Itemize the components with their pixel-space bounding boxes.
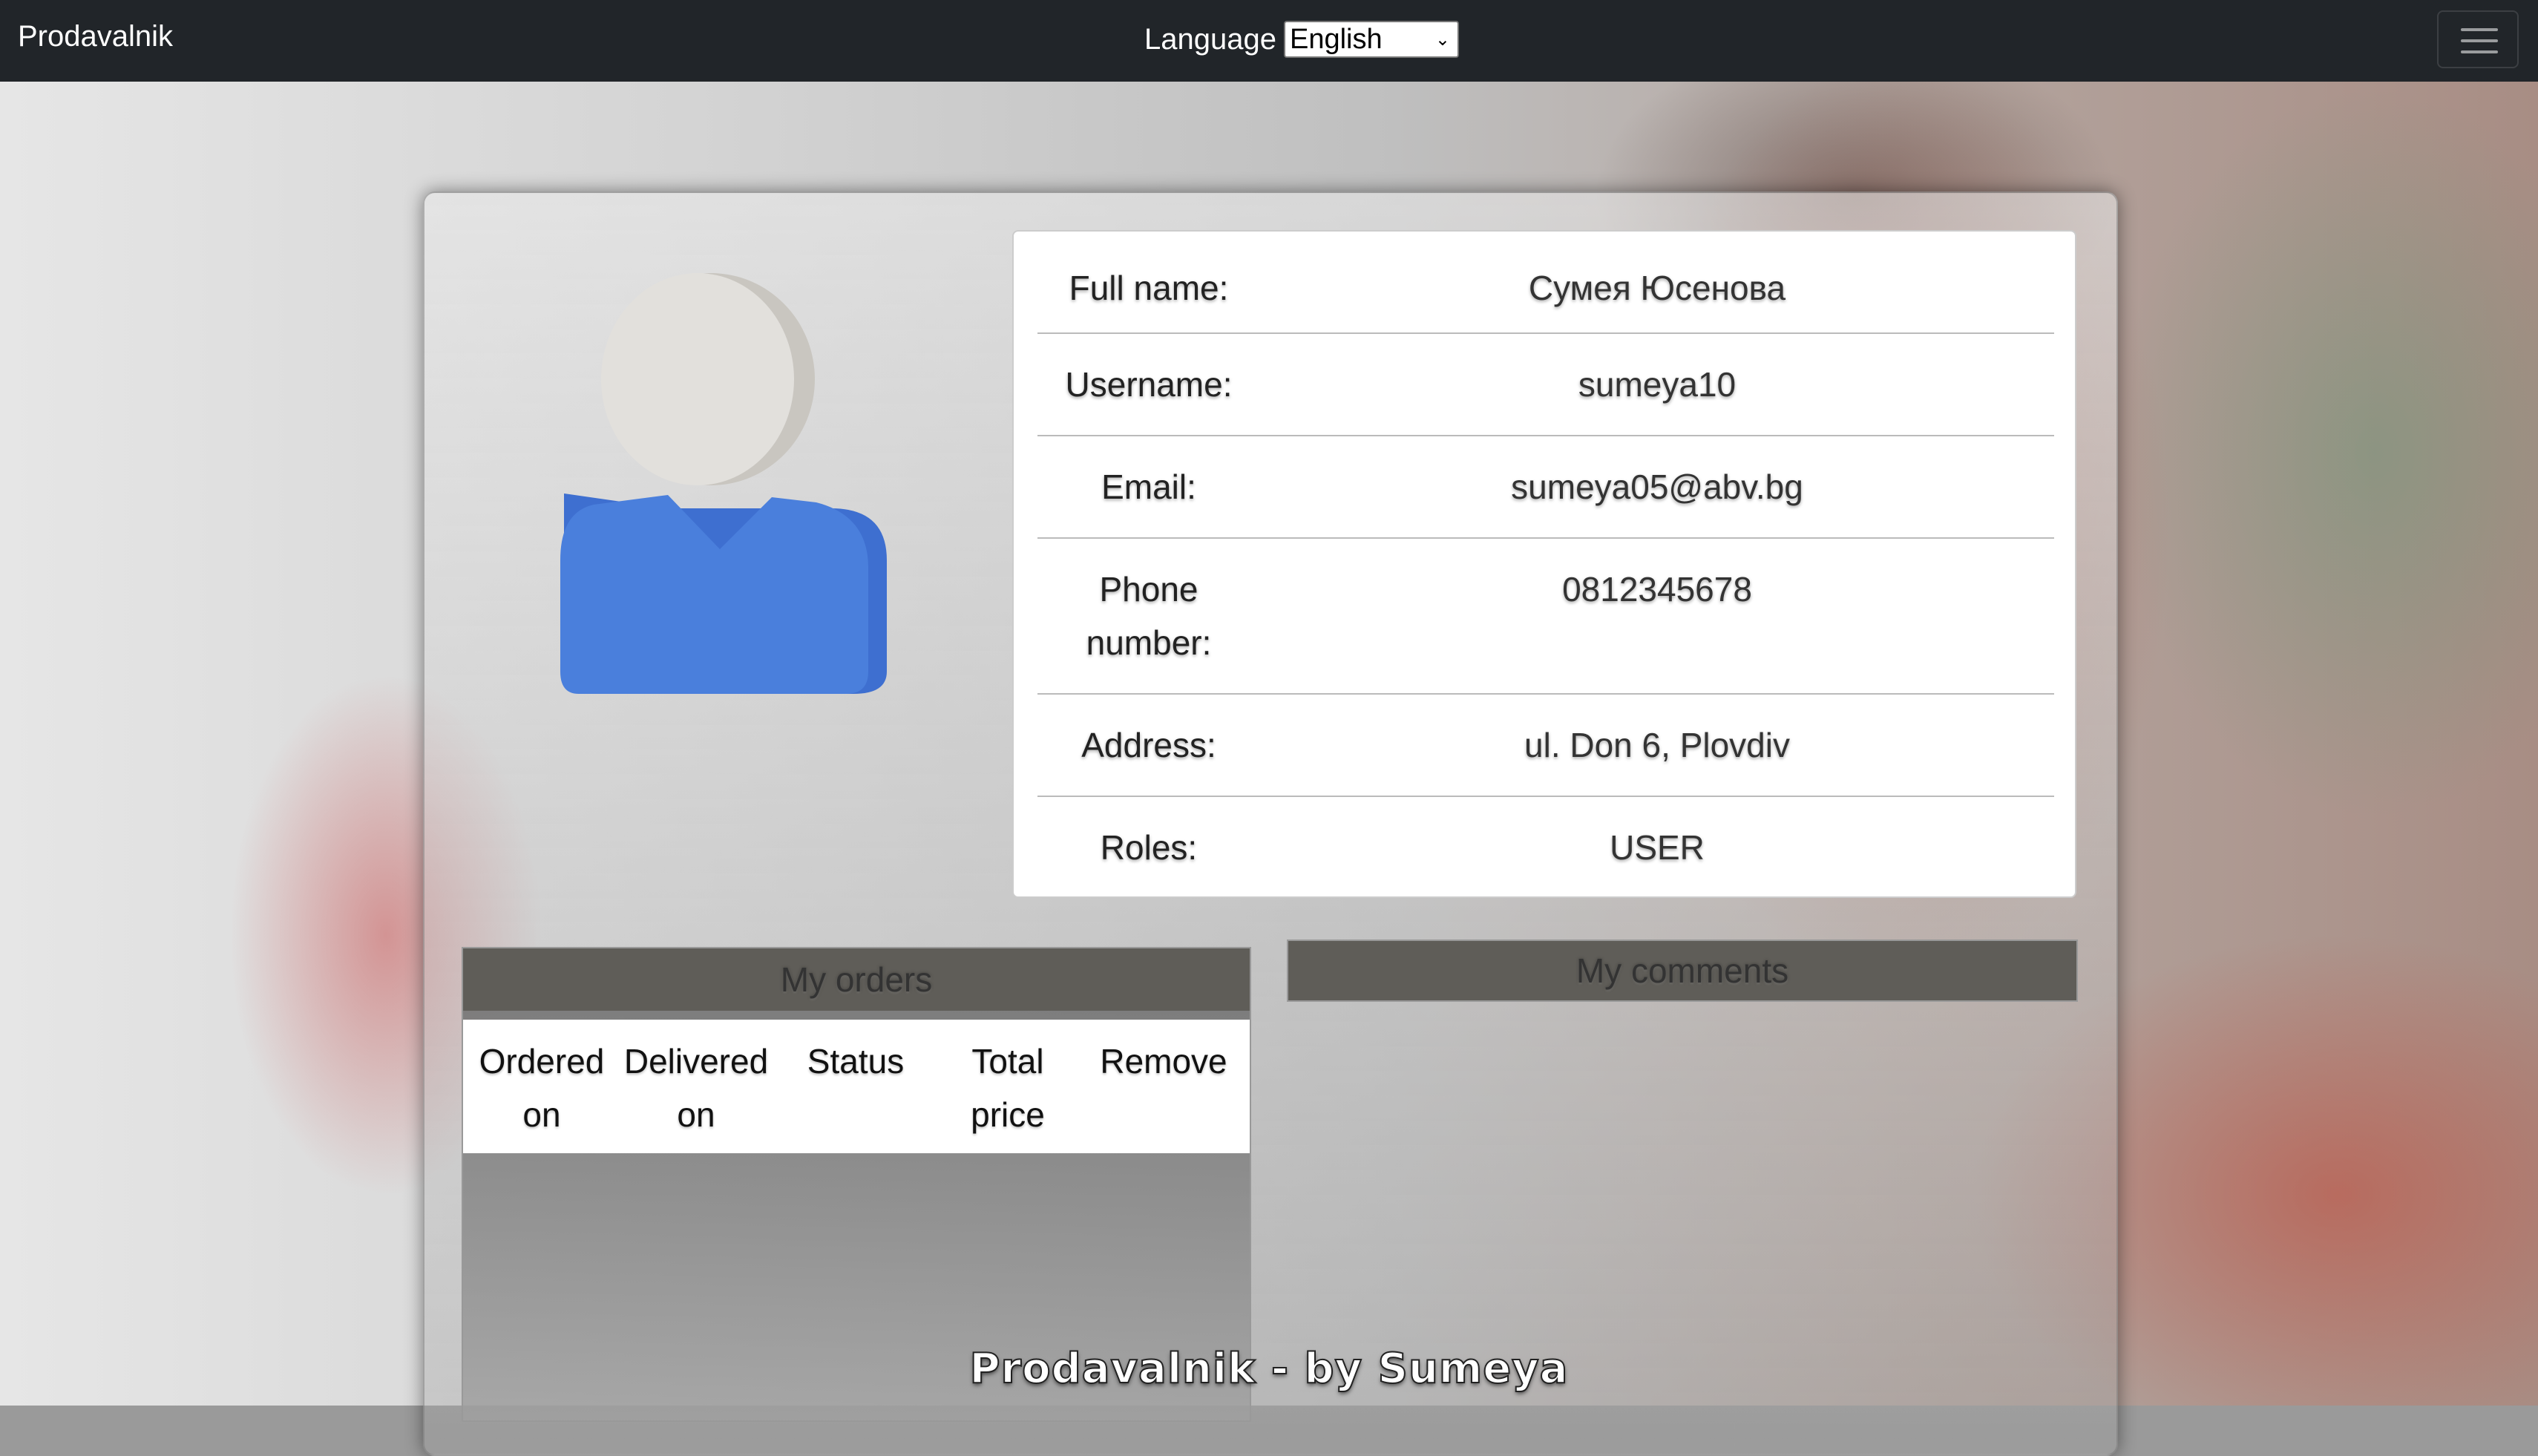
profile-row: Username: sumeya10 xyxy=(1037,334,2054,436)
language-selected-value: English xyxy=(1289,23,1383,55)
chevron-down-icon: ⌄ xyxy=(1434,29,1450,50)
profile-row-value: sumeya05@abv.bg xyxy=(1511,468,1803,506)
menu-toggle-button[interactable] xyxy=(2437,10,2519,68)
profile-row-value: sumeya10 xyxy=(1578,365,1737,404)
language-select[interactable]: English ⌄ xyxy=(1283,21,1459,58)
footer-text: Prodavalnik - by Sumeya xyxy=(969,1344,1569,1394)
profile-row-value: Сумея Юсенова xyxy=(1528,269,1786,307)
profile-row-label: Address: xyxy=(1081,726,1216,764)
profile-row-label: Phone number: xyxy=(1086,570,1212,662)
profile-row-label: Roles: xyxy=(1100,828,1198,867)
profile-row-value: USER xyxy=(1610,828,1705,867)
orders-column-header: Delivered on xyxy=(623,1042,769,1134)
profile-row-label: Email: xyxy=(1101,468,1196,506)
language-label: Language xyxy=(1144,22,1276,56)
profile-row: Address: ul. Don 6, Plovdiv xyxy=(1037,695,2054,797)
profile-row: Full name: Сумея Юсенова xyxy=(1037,242,2054,334)
profile-row-value: 0812345678 xyxy=(1562,570,1752,609)
profile-row-value: ul. Don 6, Plovdiv xyxy=(1524,726,1790,764)
orders-column-header: Remove xyxy=(1100,1042,1227,1080)
navbar: Prodavalnik Language English ⌄ xyxy=(0,0,2538,82)
profile-row: Email: sumeya05@abv.bg xyxy=(1037,436,2054,539)
user-avatar-icon xyxy=(560,273,887,694)
profile-row-label: Username: xyxy=(1065,365,1233,404)
orders-column-header: Ordered on xyxy=(479,1042,605,1134)
orders-title: My orders xyxy=(463,948,1250,1011)
brand-link[interactable]: Prodavalnik xyxy=(18,20,173,53)
orders-column-header: Total price xyxy=(971,1042,1045,1134)
orders-table-header: Ordered on Delivered on Status Total pri… xyxy=(463,1020,1250,1153)
profile-row: Phone number: 0812345678 xyxy=(1037,539,2054,695)
profile-info-table: Full name: Сумея Юсенова Username: sumey… xyxy=(1012,230,2076,898)
orders-column-header: Status xyxy=(807,1042,905,1080)
profile-row: Roles: USER xyxy=(1037,797,2054,893)
comments-title: My comments xyxy=(1288,941,2076,1000)
comments-panel: My comments xyxy=(1287,939,2078,1002)
profile-row-label: Full name: xyxy=(1069,269,1229,307)
language-switcher: Language English ⌄ xyxy=(1144,21,1459,58)
